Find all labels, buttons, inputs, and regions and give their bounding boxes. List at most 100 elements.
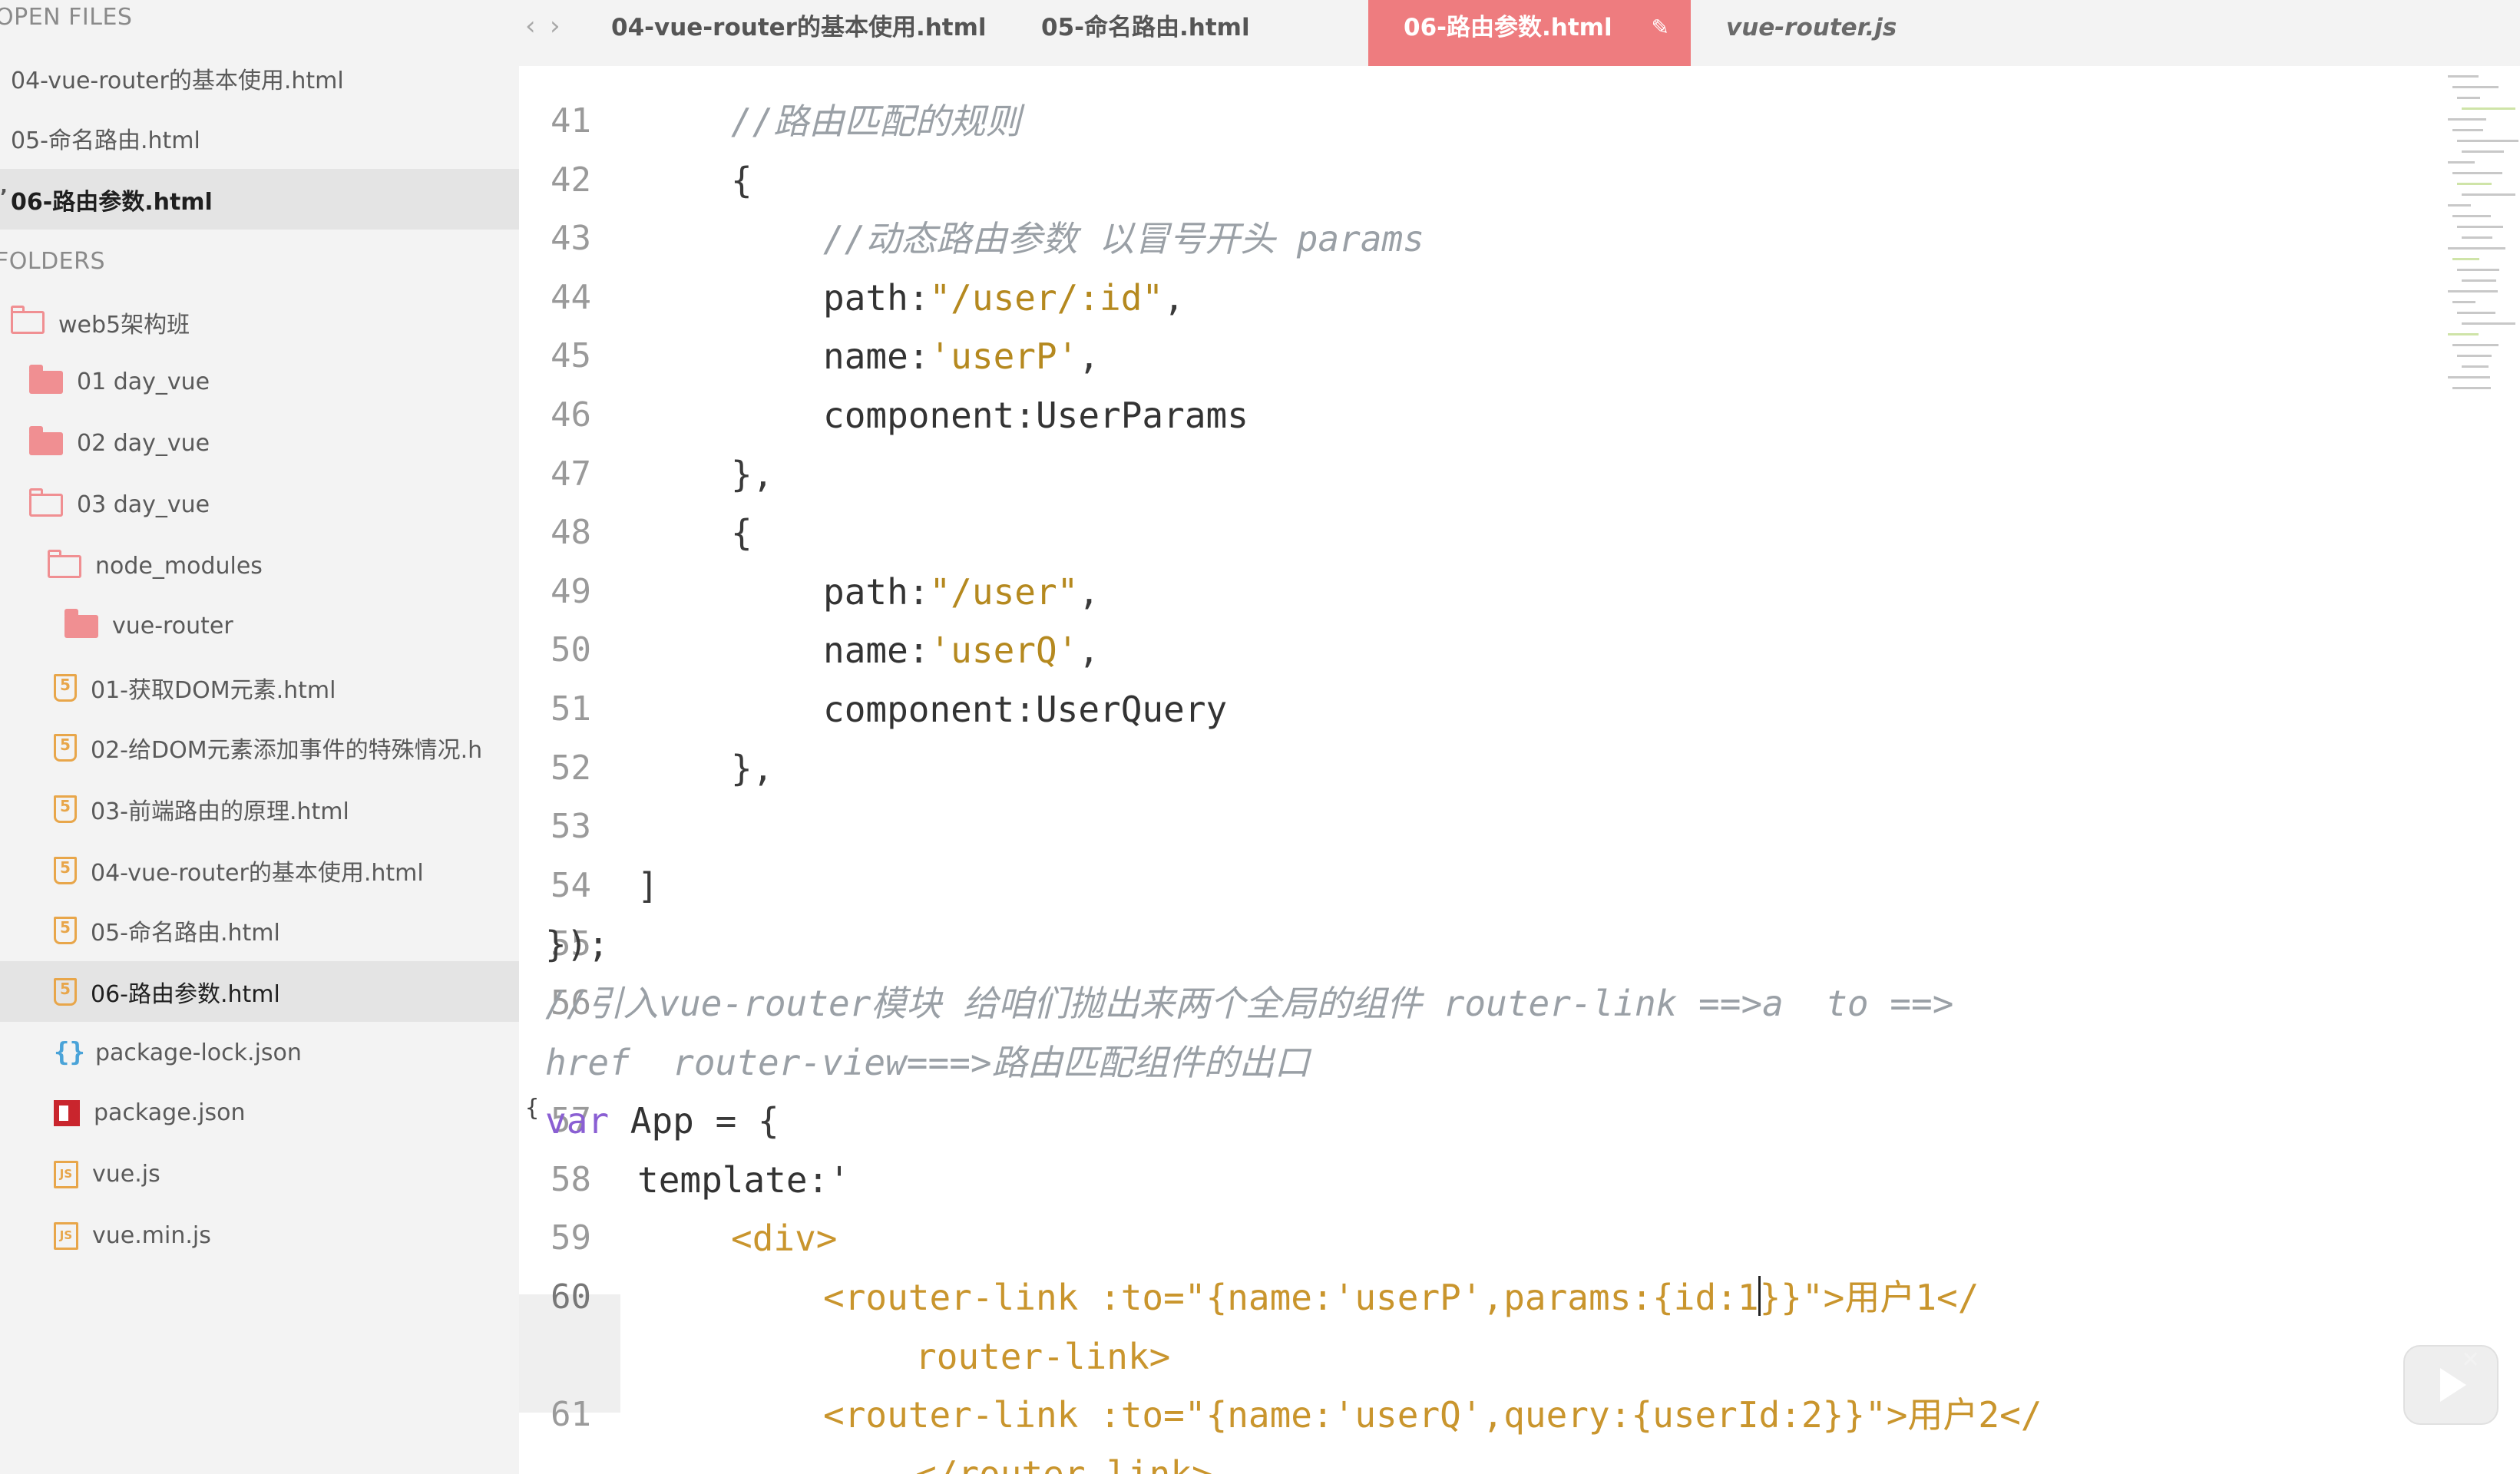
code-token: : bbox=[908, 570, 930, 613]
chevron-left-icon[interactable]: ‹ bbox=[525, 11, 536, 41]
code-token: name bbox=[823, 335, 908, 378]
code-text: </router-link> bbox=[915, 1445, 1213, 1474]
code-token: ] bbox=[637, 864, 659, 907]
tab-label: 06-路由参数.html bbox=[1404, 14, 1612, 41]
code-text: }); bbox=[545, 915, 609, 973]
code-token: name bbox=[823, 630, 908, 672]
js-file-icon: JS bbox=[54, 1160, 78, 1188]
open-file-item[interactable]: 05-命名路由.html bbox=[0, 107, 519, 168]
tree-item-file[interactable]: JS vue.js bbox=[54, 1144, 160, 1205]
code-token: component bbox=[823, 395, 1015, 436]
code-text: <div> bbox=[731, 1209, 837, 1267]
tree-item-label: package.json bbox=[94, 1099, 246, 1127]
open-file-label: 05-命名路由.html bbox=[11, 127, 200, 154]
tree-item-file-active[interactable]: 06-路由参数.html bbox=[0, 961, 519, 1023]
code-token: , bbox=[1078, 570, 1100, 613]
code-line: 41 //路由匹配的规则 bbox=[519, 92, 2520, 150]
code-token: </router-link> bbox=[915, 1453, 1213, 1474]
code-text: { bbox=[731, 504, 752, 562]
tree-item-file[interactable]: 04-vue-router的基本使用.html bbox=[54, 840, 424, 901]
code-line: 59 <div> bbox=[519, 1209, 2520, 1267]
code-token: //路由匹配的规则 bbox=[731, 101, 1021, 142]
folders-header: FOLDERS bbox=[0, 248, 106, 275]
line-number: 45 bbox=[551, 336, 591, 376]
code-line: router-link> bbox=[519, 1327, 2520, 1386]
tree-item-folder[interactable]: web5架构班 bbox=[11, 292, 190, 352]
code-token: path bbox=[823, 570, 908, 613]
minimap-line bbox=[2452, 387, 2491, 389]
code-line: 53 bbox=[519, 798, 2520, 856]
html5-file-icon bbox=[54, 977, 77, 1006]
modified-pencil-icon[interactable]: ✎ bbox=[1652, 0, 1669, 55]
minimap-line bbox=[2462, 193, 2515, 196]
tab-label: 05-命名路由.html bbox=[1041, 14, 1250, 41]
tree-item-folder[interactable]: 02 day_vue bbox=[29, 413, 210, 474]
tab-04-vue-router[interactable]: 04-vue-router的基本使用.html bbox=[576, 0, 1006, 66]
tree-item-folder[interactable]: 03 day_vue bbox=[29, 474, 210, 535]
open-files-header: OPEN FILES bbox=[0, 4, 133, 31]
line-number: 53 bbox=[551, 807, 591, 847]
code-text: ] bbox=[637, 857, 659, 915]
tree-item-folder[interactable]: node_modules bbox=[48, 536, 263, 597]
tab-05-named-route[interactable]: 05-命名路由.html bbox=[1006, 0, 1304, 66]
chevron-right-icon[interactable]: › bbox=[550, 11, 561, 41]
code-token: , bbox=[1078, 630, 1100, 672]
tree-item-folder[interactable]: vue-router bbox=[64, 596, 233, 656]
line-number: 46 bbox=[551, 395, 591, 435]
code-text: //引入vue-router模块 给咱们抛出来两个全局的组件 router-li… bbox=[545, 974, 1953, 1033]
line-number: 58 bbox=[551, 1159, 591, 1199]
html5-file-icon bbox=[54, 673, 77, 702]
code-token: component bbox=[823, 689, 1015, 730]
tree-item-file[interactable]: 02-给DOM元素添加事件的特殊情况.h bbox=[54, 717, 482, 778]
line-number: 54 bbox=[551, 865, 591, 905]
minimap-line bbox=[2452, 344, 2499, 346]
code-token: { bbox=[731, 159, 752, 201]
minimap-line bbox=[2457, 269, 2499, 271]
tree-item-file[interactable]: 01-获取DOM元素.html bbox=[54, 657, 336, 718]
code-token: //引入vue-router模块 给咱们抛出来两个全局的组件 router-li… bbox=[545, 983, 1954, 1024]
code-line: 49 path:"/user", bbox=[519, 563, 2520, 621]
open-file-item[interactable]: 04-vue-router的基本使用.html bbox=[0, 48, 519, 108]
tree-item-file[interactable]: {} package-lock.json bbox=[54, 1023, 302, 1083]
tree-item-label: 01-获取DOM元素.html bbox=[91, 676, 336, 704]
tree-item-label: 03 day_vue bbox=[77, 491, 210, 519]
open-file-item-active[interactable]: ’ 06-路由参数.html bbox=[0, 169, 519, 230]
code-token: : bbox=[1014, 395, 1036, 436]
minimap-line bbox=[2457, 183, 2492, 185]
tree-item-file[interactable]: package.json bbox=[54, 1082, 246, 1143]
folder-open-icon bbox=[11, 305, 45, 334]
fold-marker-icon[interactable]: { bbox=[525, 1095, 539, 1122]
code-token: <router-link :to="{name:'userQ',query:{u… bbox=[823, 1394, 2042, 1436]
minimap-line bbox=[2462, 322, 2515, 325]
code-line: 55}); bbox=[519, 915, 2520, 973]
tree-item-label: 06-路由参数.html bbox=[91, 980, 280, 1008]
code-token: router-link> bbox=[915, 1335, 1171, 1377]
play-icon[interactable] bbox=[2403, 1345, 2499, 1425]
line-number: 47 bbox=[551, 454, 591, 494]
tab-06-route-params[interactable]: 06-路由参数.html ✎ bbox=[1368, 0, 1691, 66]
minimap[interactable] bbox=[2440, 66, 2520, 419]
line-number: 44 bbox=[551, 277, 591, 317]
code-text: }, bbox=[731, 445, 773, 504]
code-line: </router-link> bbox=[519, 1445, 2520, 1474]
folder-open-icon bbox=[48, 549, 81, 578]
tab-vue-router-js[interactable]: vue-router.js bbox=[1691, 0, 2013, 66]
line-number: 43 bbox=[551, 219, 591, 259]
code-line: 44 path:"/user/:id", bbox=[519, 269, 2520, 327]
minimap-line bbox=[2448, 161, 2475, 164]
close-icon[interactable]: ✕ bbox=[2461, 1347, 2480, 1373]
tree-item-file[interactable]: 03-前端路由的原理.html bbox=[54, 778, 349, 839]
code-token: :' bbox=[807, 1158, 850, 1201]
tab-label: 04-vue-router的基本使用.html bbox=[611, 14, 987, 41]
tree-item-folder[interactable]: 01 day_vue bbox=[29, 352, 210, 412]
minimap-line bbox=[2452, 172, 2502, 174]
code-token: 'userQ' bbox=[929, 630, 1079, 672]
code-token: { bbox=[731, 512, 752, 554]
tree-item-label: 03-前端路由的原理.html bbox=[91, 798, 349, 825]
code-token: : bbox=[908, 276, 930, 319]
code-editor[interactable]: 41 //路由匹配的规则 42 {43 //动态路由参数 以冒号开头 params 44 p… bbox=[519, 66, 2520, 1474]
tree-item-file[interactable]: 05-命名路由.html bbox=[54, 900, 280, 960]
minimap-line bbox=[2452, 129, 2483, 131]
html5-file-icon bbox=[54, 916, 77, 944]
tree-item-file[interactable]: JS vue.min.js bbox=[54, 1205, 211, 1266]
